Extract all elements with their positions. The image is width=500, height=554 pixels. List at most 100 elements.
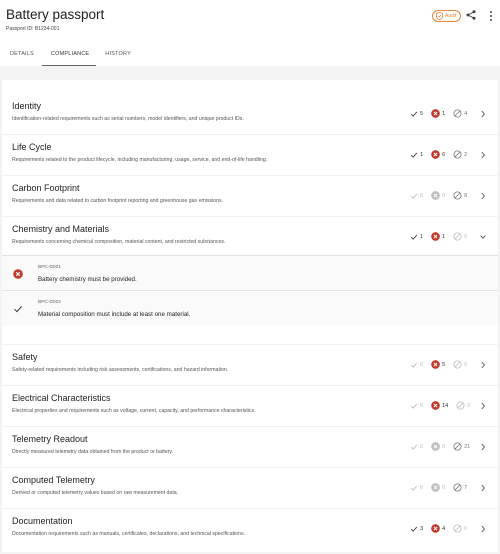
fail-count: 4 <box>431 524 445 533</box>
tab-compliance[interactable]: COMPLIANCE <box>40 42 98 66</box>
error-icon <box>431 483 440 492</box>
error-icon <box>431 442 440 451</box>
compliance-section[interactable]: Identity Identification-related requirem… <box>2 98 498 138</box>
pass-count: 0 <box>410 361 423 369</box>
section-description: Requirements related to the product life… <box>12 157 268 163</box>
requirement-row[interactable]: BPC-D001 Battery chemistry must be provi… <box>2 255 498 291</box>
section-description: Requirements concerning chemical composi… <box>12 239 226 245</box>
section-stats: 5 1 4 <box>410 109 467 118</box>
not-applicable-icon <box>453 360 462 369</box>
error-icon <box>431 401 440 410</box>
audit-label: Audit <box>445 13 457 19</box>
pass-count: 0 <box>410 443 423 451</box>
not-applicable-icon <box>453 442 462 451</box>
pass-count: 0 <box>410 402 423 410</box>
section-description: Directly measured telemetry data obtaine… <box>12 449 174 455</box>
check-icon <box>410 362 418 368</box>
audit-badge[interactable]: Audit <box>432 10 462 22</box>
chevron-right-icon[interactable] <box>480 525 486 533</box>
section-stats: 1 1 0 <box>410 232 467 241</box>
check-icon <box>410 526 418 532</box>
compliance-section[interactable]: Computed Telemetry Derived or computed t… <box>2 472 498 512</box>
compliance-section[interactable]: Electrical Characteristics Electrical pr… <box>2 390 498 430</box>
na-count: 2 <box>453 150 467 159</box>
tab-history[interactable]: HISTORY <box>98 42 137 66</box>
compliance-section[interactable]: Safety Safety-related requirements inclu… <box>2 349 498 389</box>
error-icon <box>431 360 440 369</box>
section-stats: 1 6 2 <box>410 150 467 159</box>
requirement-code: BPC-D001 <box>38 265 61 270</box>
shield-check-icon <box>436 12 443 20</box>
section-description: Documentation requirements such as manua… <box>12 531 245 537</box>
section-divider <box>2 385 498 386</box>
na-count: 0 <box>456 401 470 410</box>
pass-count: 1 <box>410 151 423 159</box>
section-stats: 0 0 7 <box>410 483 467 492</box>
fail-count: 14 <box>431 401 448 410</box>
section-divider <box>2 175 498 176</box>
not-applicable-icon <box>456 401 465 410</box>
requirement-text: Material composition must include at lea… <box>38 311 191 318</box>
pass-count: 5 <box>410 110 423 118</box>
na-count: 7 <box>453 483 467 492</box>
fail-count: 5 <box>431 360 445 369</box>
fail-count: 6 <box>431 150 445 159</box>
fail-count: 0 <box>431 442 445 451</box>
section-title: Computed Telemetry <box>12 475 95 485</box>
compliance-section[interactable]: Carbon Footprint Requirements and data r… <box>2 180 498 220</box>
tab-bar: DETAILS COMPLIANCE HISTORY <box>0 42 137 66</box>
na-count: 0 <box>453 360 467 369</box>
chevron-right-icon[interactable] <box>480 484 486 492</box>
error-icon <box>431 191 440 200</box>
chevron-right-icon[interactable] <box>480 402 486 410</box>
na-count: 0 <box>453 232 467 241</box>
na-count: 4 <box>453 109 467 118</box>
section-title: Chemistry and Materials <box>12 224 110 234</box>
chevron-right-icon[interactable] <box>480 192 486 200</box>
compliance-section[interactable]: Telemetry Readout Directly measured tele… <box>2 431 498 471</box>
more-vert-icon[interactable] <box>488 10 494 22</box>
pass-count: 0 <box>410 192 423 200</box>
error-icon <box>431 150 440 159</box>
section-description: Requirements and data related to carbon … <box>12 198 224 204</box>
section-divider <box>2 216 498 217</box>
chevron-right-icon[interactable] <box>480 361 486 369</box>
error-icon <box>431 524 440 533</box>
section-stats: 0 0 21 <box>410 442 470 451</box>
chevron-down-icon[interactable] <box>480 233 486 241</box>
compliance-section[interactable]: Documentation Documentation requirements… <box>2 513 498 553</box>
pass-count: 3 <box>410 525 423 533</box>
pass-count: 0 <box>410 484 423 492</box>
section-title: Safety <box>12 352 38 362</box>
section-stats: 0 0 8 <box>410 191 467 200</box>
not-applicable-icon <box>453 232 462 241</box>
requirement-code: BPC-D002 <box>38 300 61 305</box>
section-stats: 0 14 0 <box>410 401 470 410</box>
error-icon <box>13 269 23 279</box>
na-count: 8 <box>453 191 467 200</box>
section-divider <box>2 344 498 345</box>
section-description: Electrical properties and requirements s… <box>12 408 256 414</box>
fail-count: 0 <box>431 483 445 492</box>
requirement-row[interactable]: BPC-D002 Material composition must inclu… <box>2 290 498 326</box>
check-icon <box>410 152 418 158</box>
chevron-right-icon[interactable] <box>480 110 486 118</box>
fail-count: 0 <box>431 191 445 200</box>
section-title: Carbon Footprint <box>12 183 80 193</box>
section-description: Derived or computed telemetry values bas… <box>12 490 179 496</box>
chevron-right-icon[interactable] <box>480 151 486 159</box>
share-icon[interactable] <box>466 10 476 20</box>
chevron-right-icon[interactable] <box>480 443 486 451</box>
section-description: Identification-related requirements such… <box>12 116 244 122</box>
section-stats: 3 4 0 <box>410 524 467 533</box>
not-applicable-icon <box>453 191 462 200</box>
section-divider <box>2 426 498 427</box>
not-applicable-icon <box>453 150 462 159</box>
na-count: 21 <box>453 442 470 451</box>
not-applicable-icon <box>453 524 462 533</box>
compliance-section[interactable]: Life Cycle Requirements related to the p… <box>2 139 498 179</box>
na-count: 0 <box>453 524 467 533</box>
error-icon <box>431 232 440 241</box>
tab-details[interactable]: DETAILS <box>0 42 40 66</box>
check-icon <box>410 403 418 409</box>
